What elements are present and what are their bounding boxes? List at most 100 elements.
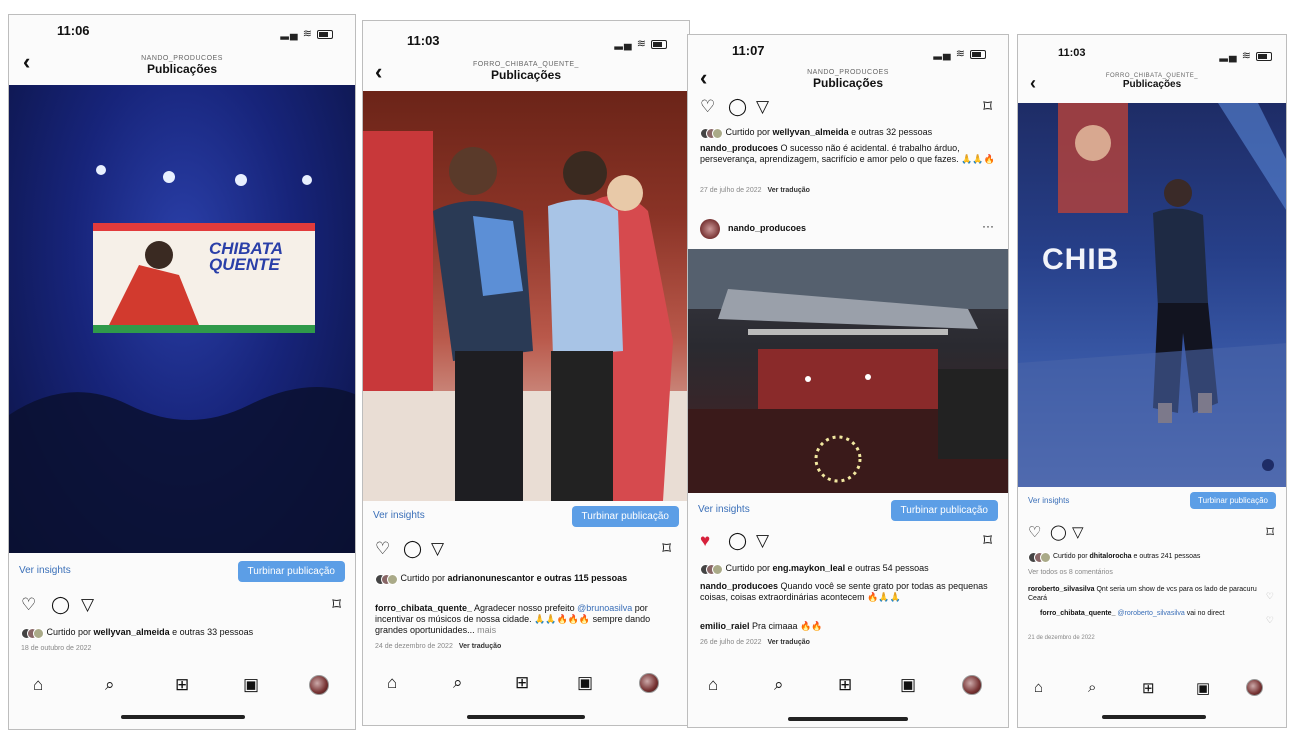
bookmark-icon[interactable]: ⌑ [983, 97, 992, 117]
status-bar: 11:07 ▂▄ ≋ [688, 35, 1008, 65]
post-photo-two-men-hugging[interactable] [363, 91, 689, 501]
post-actions: ♡ ◯ ▽ ⌑ [9, 595, 355, 617]
home-icon[interactable]: ⌂ [1034, 679, 1043, 696]
like-heart-icon[interactable]: ♡ [700, 97, 715, 117]
view-insights-link[interactable]: Ver insights [1028, 496, 1069, 505]
comment-like-heart-icon[interactable]: ♡ [1266, 591, 1274, 602]
comment-icon[interactable]: ◯ [403, 539, 422, 559]
profile-avatar[interactable] [1246, 679, 1263, 696]
status-time: 11:03 [407, 33, 440, 48]
insights-row: Ver insights Turbinar publicação [9, 558, 355, 586]
search-icon[interactable]: ⌕ [453, 673, 463, 693]
see-translation-link[interactable]: Ver tradução [768, 187, 810, 194]
comment-icon[interactable]: ◯ [728, 531, 747, 551]
like-heart-icon[interactable]: ♡ [1028, 523, 1041, 543]
post-date: 21 de dezembro de 2022 [1028, 635, 1095, 641]
home-icon[interactable]: ⌂ [33, 675, 43, 695]
share-icon[interactable]: ▽ [81, 595, 94, 615]
like-heart-icon[interactable]: ♡ [375, 539, 390, 559]
comment-icon[interactable]: ◯ [1050, 523, 1067, 543]
status-time: 11:03 [1058, 47, 1086, 59]
liker-username[interactable]: wellyvan_almeida [94, 627, 170, 637]
post-photo-stage-crowd[interactable] [688, 249, 1008, 493]
profile-avatar[interactable] [962, 675, 982, 695]
home-indicator [1102, 715, 1206, 719]
liker-avatars [375, 574, 398, 586]
view-insights-link[interactable]: Ver insights [373, 510, 425, 521]
post-author-username[interactable]: nando_producoes [728, 223, 806, 233]
caption-more-link[interactable]: mais [475, 625, 496, 635]
profile-avatar[interactable] [309, 675, 329, 695]
share-icon[interactable]: ▽ [1072, 523, 1084, 543]
liker-username[interactable]: adrianonunescantor [448, 573, 535, 583]
liker-username[interactable]: eng.maykon_leal [773, 563, 846, 573]
header-account: FORRO_CHIBATA_QUENTE_ [473, 61, 579, 68]
comment-icon[interactable]: ◯ [51, 595, 70, 615]
comment-2-reply: forro_chibata_quente_ @roroberto_silvasi… [1040, 610, 1225, 617]
phone-screenshot-2: 11:03 ▂▄ ≋ ‹ FORRO_CHIBATA_QUENTE_ Publi… [362, 20, 690, 726]
likes-summary: Curtido por adrianonunescantor e outras … [375, 573, 675, 586]
see-translation-link[interactable]: Ver tradução [459, 643, 501, 650]
caption-username[interactable]: nando_producoes [700, 581, 778, 591]
caption-username[interactable]: nando_producoes [700, 143, 778, 153]
view-all-comments-link[interactable]: Ver todos os 8 comentários [1028, 569, 1113, 576]
home-indicator [467, 715, 585, 719]
add-post-icon[interactable]: ⊞ [175, 675, 189, 695]
comment-like-heart-icon[interactable]: ♡ [1266, 615, 1274, 626]
add-post-icon[interactable]: ⊞ [1142, 679, 1155, 697]
reels-icon[interactable]: ▣ [577, 673, 593, 693]
post-actions: ♡ ◯ ▽ ⌑ [363, 539, 689, 561]
signal-wifi-battery-icon: ▂▄ ≋ [614, 37, 667, 50]
share-icon[interactable]: ▽ [756, 531, 769, 551]
reels-icon[interactable]: ▣ [1196, 679, 1210, 697]
more-options-icon[interactable]: ··· [982, 219, 994, 233]
comment-username[interactable]: forro_chibata_quente_ [1040, 610, 1115, 617]
share-icon[interactable]: ▽ [756, 97, 769, 117]
post-photo-concert-screen[interactable]: CHIBATA QUENTE [9, 85, 355, 553]
bookmark-icon[interactable]: ⌑ [983, 531, 992, 551]
search-icon[interactable]: ⌕ [1088, 679, 1096, 696]
comment-username[interactable]: emilio_raiel [700, 621, 750, 631]
comment-mention[interactable]: @roroberto_silvasilva [1115, 610, 1184, 617]
profile-avatar[interactable] [639, 673, 659, 693]
post-photo-dancer[interactable]: CHIB [1018, 103, 1286, 487]
signal-wifi-battery-icon: ▂▄ ≋ [280, 27, 333, 40]
bookmark-icon[interactable]: ⌑ [332, 595, 341, 615]
liker-username[interactable]: wellyvan_almeida [773, 127, 849, 137]
add-post-icon[interactable]: ⊞ [838, 675, 852, 695]
post-date: 24 de dezembro de 2022 Ver tradução [375, 643, 502, 650]
liker-avatars [700, 128, 723, 140]
see-translation-link[interactable]: Ver tradução [768, 639, 810, 646]
search-icon[interactable]: ⌕ [774, 675, 784, 695]
boost-post-button[interactable]: Turbinar publicação [890, 500, 998, 521]
add-post-icon[interactable]: ⊞ [515, 673, 529, 693]
comment-icon[interactable]: ◯ [728, 97, 747, 117]
post-author-avatar[interactable] [700, 219, 720, 239]
bookmark-icon[interactable]: ⌑ [1266, 523, 1274, 543]
view-insights-link[interactable]: Ver insights [19, 565, 71, 576]
stage-scene-graphic [688, 249, 1008, 493]
previous-post-date: 27 de julho de 2022 Ver tradução [700, 187, 810, 194]
like-heart-icon[interactable]: ♡ [21, 595, 36, 615]
home-icon[interactable]: ⌂ [708, 675, 718, 695]
concert-scene-graphic [9, 165, 355, 553]
reels-icon[interactable]: ▣ [243, 675, 259, 695]
home-icon[interactable]: ⌂ [387, 673, 397, 693]
caption-mention[interactable]: @brunoasilva [577, 603, 632, 613]
boost-post-button[interactable]: Turbinar publicação [571, 506, 679, 527]
liker-username[interactable]: dhitalorocha [1090, 553, 1132, 560]
boost-post-button[interactable]: Turbinar publicação [237, 561, 345, 582]
bookmark-icon[interactable]: ⌑ [662, 539, 671, 559]
comment-1: roroberto_silvasilva Qnt seria um show d… [1028, 586, 1257, 602]
view-insights-link[interactable]: Ver insights [698, 504, 750, 515]
boost-post-button[interactable]: Turbinar publicação [1190, 492, 1276, 509]
liked-heart-icon[interactable]: ♥ [700, 531, 710, 551]
header: FORRO_CHIBATA_QUENTE_ Publicações [363, 61, 689, 82]
search-icon[interactable]: ⌕ [105, 675, 115, 695]
comment: emilio_raiel Pra cimaaa 🔥🔥 [700, 621, 823, 631]
share-icon[interactable]: ▽ [431, 539, 444, 559]
reels-icon[interactable]: ▣ [900, 675, 916, 695]
caption-username[interactable]: forro_chibata_quente_ [375, 603, 472, 613]
comment-username[interactable]: roroberto_silvasilva [1028, 586, 1095, 593]
signal-wifi-battery-icon: ▂▄ ≋ [1219, 49, 1272, 62]
